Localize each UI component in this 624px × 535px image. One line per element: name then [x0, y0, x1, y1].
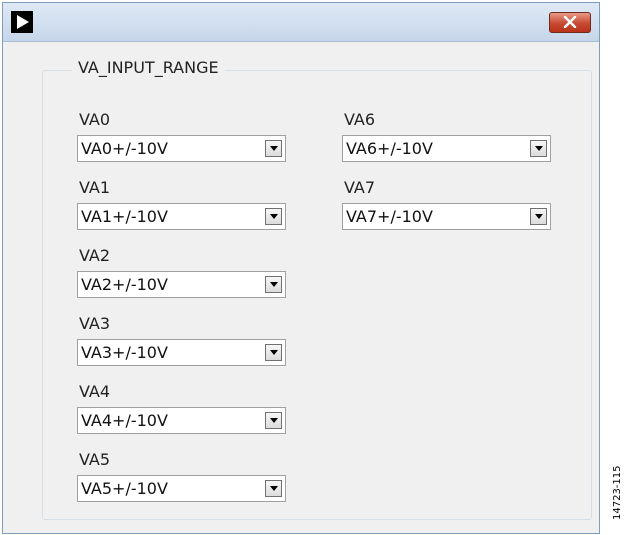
combo-va4-value: VA4+/-10V	[81, 411, 168, 430]
dropdown-button[interactable]	[265, 276, 282, 293]
combo-va5-value: VA5+/-10V	[81, 479, 168, 498]
combo-va2[interactable]: VA2+/-10V	[77, 271, 286, 298]
dropdown-button[interactable]	[265, 344, 282, 361]
label-va7: VA7	[344, 178, 376, 197]
combo-va2-value: VA2+/-10V	[81, 275, 168, 294]
label-va5: VA5	[79, 450, 111, 469]
figure-id: 14723-115	[612, 465, 623, 520]
dropdown-button[interactable]	[530, 140, 547, 157]
label-va2: VA2	[79, 246, 111, 265]
combo-va6[interactable]: VA6+/-10V	[342, 135, 551, 162]
dropdown-button[interactable]	[265, 208, 282, 225]
combo-va6-value: VA6+/-10V	[346, 139, 433, 158]
close-button[interactable]	[549, 12, 591, 33]
label-va3: VA3	[79, 314, 111, 333]
chevron-down-icon	[269, 418, 278, 423]
combo-va3[interactable]: VA3+/-10V	[77, 339, 286, 366]
group-title: VA_INPUT_RANGE	[72, 58, 225, 77]
combo-va1-value: VA1+/-10V	[81, 207, 168, 226]
combo-va7-value: VA7+/-10V	[346, 207, 433, 226]
chevron-down-icon	[269, 282, 278, 287]
dropdown-button[interactable]	[265, 480, 282, 497]
chevron-down-icon	[534, 146, 543, 151]
label-va4: VA4	[79, 382, 111, 401]
dropdown-button[interactable]	[530, 208, 547, 225]
combo-va0-value: VA0+/-10V	[81, 139, 168, 158]
label-va6: VA6	[344, 110, 376, 129]
close-x-icon	[563, 16, 577, 28]
combo-va4[interactable]: VA4+/-10V	[77, 407, 286, 434]
chevron-down-icon	[269, 350, 278, 355]
play-arrow-icon	[11, 11, 33, 33]
combo-va0[interactable]: VA0+/-10V	[77, 135, 286, 162]
dropdown-button[interactable]	[265, 412, 282, 429]
dropdown-button[interactable]	[265, 140, 282, 157]
title-bar[interactable]	[3, 3, 599, 42]
combo-va1[interactable]: VA1+/-10V	[77, 203, 286, 230]
label-va0: VA0	[79, 110, 111, 129]
chevron-down-icon	[269, 486, 278, 491]
combo-va3-value: VA3+/-10V	[81, 343, 168, 362]
combo-va5[interactable]: VA5+/-10V	[77, 475, 286, 502]
chevron-down-icon	[269, 214, 278, 219]
chevron-down-icon	[534, 214, 543, 219]
combo-va7[interactable]: VA7+/-10V	[342, 203, 551, 230]
label-va1: VA1	[79, 178, 111, 197]
chevron-down-icon	[269, 146, 278, 151]
